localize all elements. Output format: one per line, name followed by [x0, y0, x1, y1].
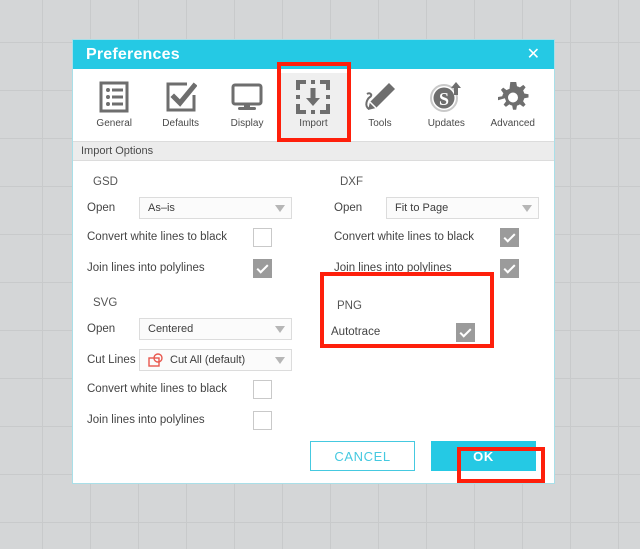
cancel-button[interactable]: CANCEL: [310, 441, 415, 471]
gsd-convert-checkbox[interactable]: [253, 228, 272, 247]
chevron-down-icon: [275, 325, 285, 333]
svg-cutlines-label: Cut Lines: [87, 354, 136, 366]
pencil-icon: [363, 78, 397, 116]
svg-convert-row: Convert white lines to black: [87, 380, 292, 402]
dxf-section: DXF Open Fit to Page Convert white lines…: [334, 176, 539, 281]
preferences-toolbar: General Defaults Display Import Tools S …: [73, 69, 554, 141]
svg-join-row: Join lines into polylines: [87, 411, 292, 433]
svg-cutlines-value: Cut All (default): [170, 354, 246, 366]
png-autotrace-checkbox[interactable]: [456, 323, 475, 342]
tab-import-label: Import: [299, 118, 328, 129]
tab-updates[interactable]: S Updates: [413, 73, 479, 141]
png-autotrace-row: Autotrace: [331, 323, 495, 345]
svg-open-label: Open: [87, 323, 116, 335]
close-icon[interactable]: ✕: [523, 45, 544, 65]
monitor-icon: [231, 78, 263, 116]
svg-open-row: Open Centered: [87, 318, 292, 340]
dialog-titlebar: Preferences ✕: [73, 40, 554, 69]
chevron-down-icon: [275, 356, 285, 364]
ok-button[interactable]: OK: [431, 441, 536, 471]
gsd-title: GSD: [93, 176, 118, 188]
dxf-open-select[interactable]: Fit to Page: [386, 197, 539, 219]
dxf-convert-checkbox[interactable]: [500, 228, 519, 247]
dxf-join-checkbox[interactable]: [500, 259, 519, 278]
png-autotrace-label: Autotrace: [331, 326, 381, 338]
dxf-convert-label: Convert white lines to black: [334, 231, 474, 243]
gsd-convert-row: Convert white lines to black: [87, 228, 292, 250]
gsd-join-label: Join lines into polylines: [87, 262, 205, 274]
chevron-down-icon: [275, 204, 285, 212]
gsd-join-checkbox[interactable]: [253, 259, 272, 278]
tab-tools-label: Tools: [368, 118, 392, 129]
gsd-open-value: As–is: [148, 202, 175, 214]
svg-section: SVG Open Centered Cut Lines Cut All (def…: [87, 297, 292, 433]
gsd-open-select[interactable]: As–is: [139, 197, 292, 219]
tab-display[interactable]: Display: [214, 73, 280, 141]
svg-open-select[interactable]: Centered: [139, 318, 292, 340]
cut-lines-icon: [148, 352, 165, 368]
tab-general[interactable]: General: [81, 73, 147, 141]
tab-defaults[interactable]: Defaults: [147, 73, 213, 141]
import-options-header: Import Options: [73, 141, 554, 161]
checkbox-check-icon: [165, 78, 197, 116]
svg-convert-checkbox[interactable]: [253, 380, 272, 399]
tab-updates-label: Updates: [427, 118, 465, 129]
svg-cutlines-select[interactable]: Cut All (default): [139, 349, 292, 371]
dialog-title: Preferences: [86, 45, 180, 63]
png-title: PNG: [337, 300, 362, 312]
list-icon: [99, 78, 129, 116]
tab-import[interactable]: Import: [280, 73, 347, 141]
tab-display-label: Display: [230, 118, 264, 129]
gear-icon: [497, 78, 529, 116]
gsd-section: GSD Open As–is Convert white lines to bl…: [87, 176, 292, 281]
gsd-open-label: Open: [87, 202, 116, 214]
dialog-footer: CANCEL OK: [73, 441, 554, 471]
dxf-title: DXF: [340, 176, 363, 188]
gsd-convert-label: Convert white lines to black: [87, 231, 227, 243]
import-arrow-icon: [296, 78, 331, 116]
dxf-join-label: Join lines into polylines: [334, 262, 452, 274]
dxf-convert-row: Convert white lines to black: [334, 228, 539, 250]
svg-cutlines-row: Cut Lines Cut All (default): [87, 349, 292, 371]
tab-general-label: General: [96, 118, 132, 129]
tab-defaults-label: Defaults: [162, 118, 199, 129]
dxf-open-label: Open: [334, 202, 363, 214]
left-column: GSD Open As–is Convert white lines to bl…: [87, 173, 292, 442]
tab-tools[interactable]: Tools: [347, 73, 413, 141]
svg-text:S: S: [439, 89, 449, 109]
svg-join-checkbox[interactable]: [253, 411, 272, 430]
dxf-open-row: Open Fit to Page: [334, 197, 539, 219]
dialog-body: GSD Open As–is Convert white lines to bl…: [73, 161, 554, 483]
gsd-open-row: Open As–is: [87, 197, 292, 219]
dxf-join-row: Join lines into polylines: [334, 259, 539, 281]
tab-advanced-label: Advanced: [490, 118, 535, 129]
svg-title: SVG: [93, 297, 118, 309]
svg-open-value: Centered: [148, 323, 194, 335]
tab-advanced[interactable]: Advanced: [480, 73, 546, 141]
svg-convert-label: Convert white lines to black: [87, 383, 227, 395]
gsd-join-row: Join lines into polylines: [87, 259, 292, 281]
preferences-dialog: Preferences ✕ General Defaults Display I…: [72, 39, 555, 484]
s-upload-icon: S: [429, 78, 463, 116]
png-section: PNG Autotrace: [321, 289, 495, 365]
chevron-down-icon: [522, 204, 532, 212]
svg-join-label: Join lines into polylines: [87, 414, 205, 426]
dxf-open-value: Fit to Page: [395, 202, 449, 214]
